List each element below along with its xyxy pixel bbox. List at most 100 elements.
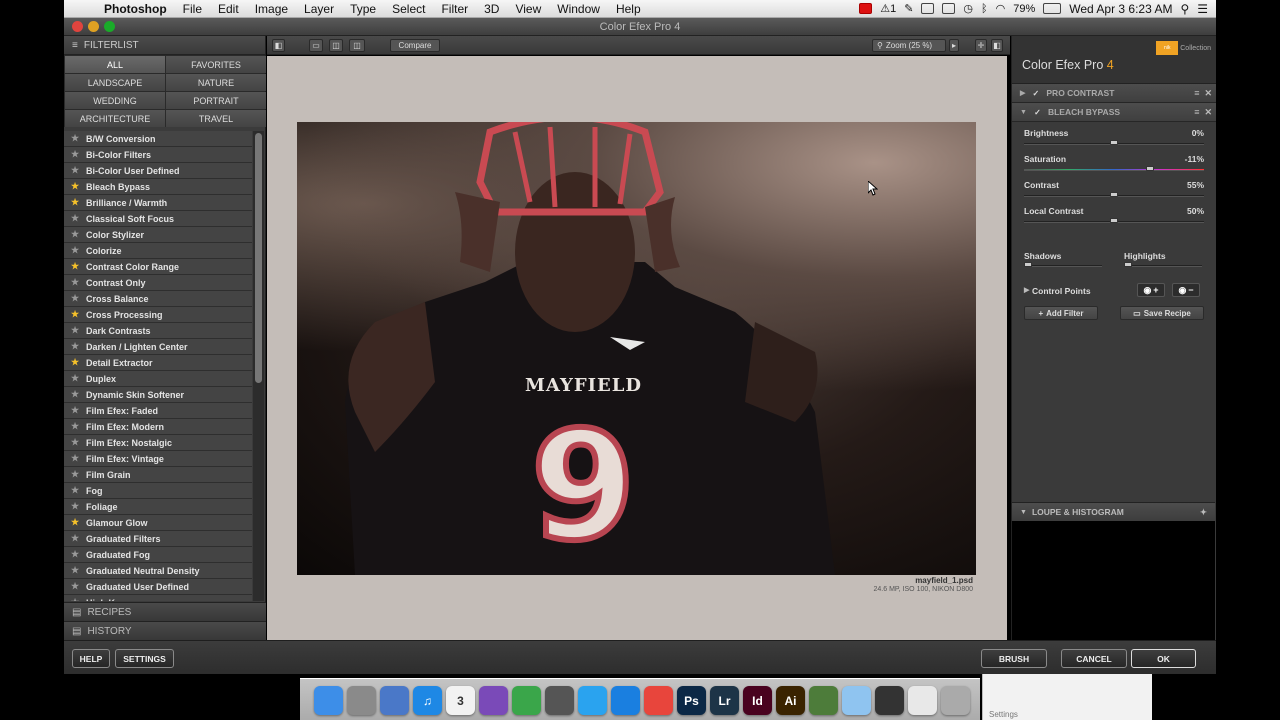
help-button[interactable]: HELP: [72, 649, 110, 668]
filter-list-item[interactable]: ★ Bi-Color User Defined: [64, 163, 252, 179]
filter-list-item[interactable]: ★ Duplex: [64, 371, 252, 387]
filter-list-item[interactable]: ★ Graduated User Defined: [64, 579, 252, 595]
filter-list-item[interactable]: ★ Dynamic Skin Softener: [64, 387, 252, 403]
category-architecture[interactable]: ARCHITECTURE: [65, 110, 165, 127]
slider-thumb[interactable]: [1110, 192, 1118, 197]
battery-icon[interactable]: [1043, 3, 1062, 14]
expand-arrow-icon[interactable]: ▶: [1020, 89, 1025, 97]
favorite-star-icon[interactable]: ★: [64, 517, 86, 528]
bluetooth-icon[interactable]: ᛒ: [981, 3, 988, 15]
quill-icon[interactable]: [479, 686, 508, 715]
filter-list-item[interactable]: ★ Brilliance / Warmth: [64, 195, 252, 211]
star-icon[interactable]: ★: [64, 277, 86, 288]
scrollbar-thumb[interactable]: [255, 133, 262, 383]
expand-arrow-icon[interactable]: ▶: [1024, 286, 1029, 294]
loupe-histogram-header[interactable]: ▼ LOUPE & HISTOGRAM ✦: [1012, 502, 1215, 521]
star-icon[interactable]: ★: [64, 565, 86, 576]
filter-list-item[interactable]: ★ Dark Contrasts: [64, 323, 252, 339]
menu-clock[interactable]: Wed Apr 3 6:23 AM: [1069, 2, 1172, 16]
star-icon[interactable]: ★: [64, 133, 86, 144]
itunes-icon[interactable]: ♫: [413, 686, 442, 715]
star-icon[interactable]: ★: [64, 437, 86, 448]
filter-options-icon[interactable]: ≡: [1194, 107, 1199, 118]
record-icon[interactable]: [859, 3, 873, 14]
filter-list-item[interactable]: ★ Contrast Only: [64, 275, 252, 291]
photoshop-icon[interactable]: Ps: [677, 686, 706, 715]
filter-list-item[interactable]: ★ Graduated Fog: [64, 547, 252, 563]
ok-button[interactable]: OK: [1131, 649, 1196, 668]
close-window-icon[interactable]: [72, 21, 83, 32]
menu-layer[interactable]: Layer: [296, 2, 342, 16]
filter-list-item[interactable]: ★ Cross Balance: [64, 291, 252, 307]
enable-checkbox[interactable]: ✓: [1033, 108, 1042, 117]
filter-list-item[interactable]: ★ Film Efex: Modern: [64, 419, 252, 435]
evernote-menu-icon[interactable]: ✎: [904, 2, 913, 15]
collapse-arrow-icon[interactable]: ▼: [1020, 109, 1027, 116]
adobe-status-icon[interactable]: ⚠1: [880, 2, 896, 15]
filter-list-item[interactable]: ★ Darken / Lighten Center: [64, 339, 252, 355]
side-by-side-button[interactable]: ◫: [349, 39, 365, 52]
filter-list-item[interactable]: ★ Colorize: [64, 243, 252, 259]
zoom-control[interactable]: ⚲ Zoom (25 %): [872, 39, 946, 52]
compare-button[interactable]: Compare: [390, 39, 440, 52]
filter-list-item[interactable]: ★ Graduated Filters: [64, 531, 252, 547]
slider-track[interactable]: [1024, 166, 1204, 171]
slider-thumb[interactable]: [1024, 262, 1032, 267]
filter-list-item[interactable]: ★ Film Grain: [64, 467, 252, 483]
textedit-icon[interactable]: [380, 686, 409, 715]
star-icon[interactable]: ★: [64, 501, 86, 512]
star-icon[interactable]: ★: [64, 549, 86, 560]
recipes-section[interactable]: ▤ RECIPES: [64, 602, 266, 621]
category-nature[interactable]: NATURE: [166, 74, 266, 91]
star-icon[interactable]: ★: [64, 453, 86, 464]
filter-options-icon[interactable]: ≡: [1194, 88, 1199, 99]
airplay-icon[interactable]: [942, 3, 956, 14]
menu-app[interactable]: Photoshop: [96, 2, 175, 16]
filter-list-scrollbar[interactable]: [253, 131, 264, 601]
filter-list-item[interactable]: ★ Film Efex: Vintage: [64, 451, 252, 467]
filterlist-header[interactable]: ≡ FILTERLIST: [64, 36, 265, 55]
cancel-button[interactable]: CANCEL: [1061, 649, 1127, 668]
evernote-icon[interactable]: [512, 686, 541, 715]
notifications-icon[interactable]: ☰: [1197, 2, 1208, 16]
star-icon[interactable]: ★: [64, 405, 86, 416]
preview-icon[interactable]: [347, 686, 376, 715]
menu-image[interactable]: Image: [247, 2, 296, 16]
sharing-icon[interactable]: [545, 686, 574, 715]
pin-icon[interactable]: ✦: [1200, 507, 1215, 518]
category-portrait[interactable]: PORTRAIT: [166, 92, 266, 109]
slider-track[interactable]: [1024, 218, 1204, 223]
filter-list-item[interactable]: ★ Contrast Color Range: [64, 259, 252, 275]
filter-list-item[interactable]: ★ Cross Processing: [64, 307, 252, 323]
star-icon[interactable]: ★: [64, 373, 86, 384]
spotlight-icon[interactable]: ⚲: [1180, 2, 1189, 16]
zoom-arrow-button[interactable]: ▸: [949, 39, 959, 52]
toggle-filterlist-button[interactable]: ◧: [272, 39, 285, 52]
brush-button[interactable]: BRUSH: [981, 649, 1047, 668]
filter-list-item[interactable]: ★ Film Efex: Faded: [64, 403, 252, 419]
filter-row-pro-contrast[interactable]: ▶ ✓ PRO CONTRAST ≡ ✕: [1012, 84, 1216, 103]
calendar-icon[interactable]: 3: [446, 686, 475, 715]
star-icon[interactable]: ★: [64, 341, 86, 352]
star-icon[interactable]: ★: [64, 229, 86, 240]
slider-thumb[interactable]: [1124, 262, 1132, 267]
filter-list-item[interactable]: ★High Key: [64, 595, 252, 601]
favorite-star-icon[interactable]: ★: [64, 309, 86, 320]
slider-thumb[interactable]: [1110, 218, 1118, 223]
menu-3d[interactable]: 3D: [476, 2, 507, 16]
shadows-slider[interactable]: [1024, 262, 1102, 267]
twitter-icon[interactable]: [578, 686, 607, 715]
display-icon[interactable]: [875, 686, 904, 715]
background-toggle-button[interactable]: ✛: [975, 39, 987, 52]
menu-help[interactable]: Help: [608, 2, 649, 16]
favorite-star-icon[interactable]: ★: [64, 197, 86, 208]
filter-list-item[interactable]: ★ Glamour Glow: [64, 515, 252, 531]
menu-filter[interactable]: Filter: [433, 2, 476, 16]
zoom-window-icon[interactable]: [104, 21, 115, 32]
toggle-controls-button[interactable]: ◧: [991, 39, 1003, 52]
star-icon[interactable]: ★: [64, 149, 86, 160]
time-machine-icon[interactable]: ◷: [963, 2, 973, 15]
indesign-icon[interactable]: Id: [743, 686, 772, 715]
star-icon[interactable]: ★: [64, 421, 86, 432]
save-recipe-button[interactable]: ▭ Save Recipe: [1120, 306, 1204, 320]
